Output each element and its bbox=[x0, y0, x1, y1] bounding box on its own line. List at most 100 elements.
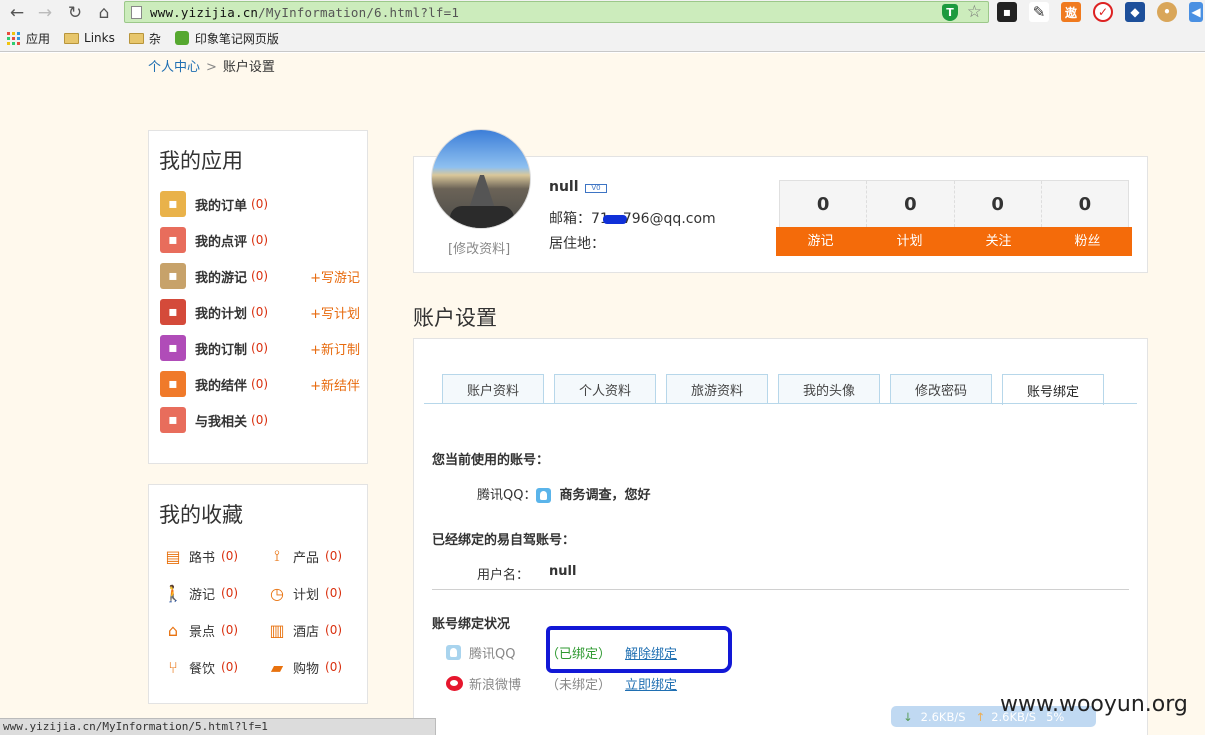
edit-profile-link[interactable]: [修改资料] bbox=[448, 238, 510, 257]
user-residence: 居住地： bbox=[549, 236, 605, 252]
app-item[interactable]: ▪ 我的结伴 (0) +新结伴 bbox=[160, 371, 360, 397]
user-email: 邮箱：71 796@qq.com bbox=[549, 211, 716, 227]
review-icon: ▪ bbox=[160, 227, 186, 253]
bookmark-evernote[interactable]: 印象笔记网页版 bbox=[174, 30, 279, 47]
extension-icon-1[interactable]: ▪ bbox=[997, 2, 1017, 22]
bind-now-link[interactable]: 立即绑定 bbox=[625, 674, 677, 693]
favorite-label: 游记 bbox=[189, 587, 216, 603]
app-item[interactable]: ▪ 我的点评 (0) bbox=[160, 227, 360, 253]
shopping-bag-icon: ▰ bbox=[270, 657, 284, 677]
bookmark-label: 杂 bbox=[148, 31, 161, 46]
favorite-label: 餐饮 bbox=[189, 661, 216, 677]
apps-grid-icon bbox=[7, 31, 20, 45]
custom-icon: ▪ bbox=[160, 335, 186, 361]
favorite-count: (0) bbox=[221, 586, 239, 600]
favorite-item[interactable]: ◷ 计划 (0) bbox=[266, 581, 342, 605]
favorite-item[interactable]: ▤ 路书 (0) bbox=[162, 544, 238, 568]
evernote-clip-icon[interactable]: ✎ bbox=[1029, 2, 1049, 22]
stat-value[interactable]: 0 bbox=[955, 181, 1042, 227]
bookmark-label: 印象笔记网页版 bbox=[194, 31, 279, 46]
extension-icon-4[interactable]: ✓ bbox=[1093, 2, 1113, 22]
back-arrow-icon[interactable]: ← bbox=[4, 1, 30, 25]
app-count: (0) bbox=[251, 341, 269, 355]
favorite-count: (0) bbox=[325, 549, 343, 563]
app-item[interactable]: ▪ 我的游记 (0) +写游记 bbox=[160, 263, 360, 289]
extension-icon-5[interactable]: ◆ bbox=[1125, 2, 1145, 22]
avatar[interactable] bbox=[431, 129, 531, 229]
favorite-item[interactable]: ⌂ 景点 (0) bbox=[162, 618, 238, 642]
app-count: (0) bbox=[251, 377, 269, 391]
favorite-item[interactable]: 🚶 游记 (0) bbox=[162, 581, 238, 605]
tab-1[interactable]: 账户资料 bbox=[442, 374, 544, 404]
user-name: null bbox=[549, 179, 579, 195]
app-label: 我的计划 bbox=[195, 306, 248, 322]
extension-icon-7[interactable]: ◀ bbox=[1189, 2, 1203, 22]
dining-icon: ⑂ bbox=[168, 657, 178, 677]
app-item[interactable]: ▪ 我的订单 (0) bbox=[160, 191, 360, 217]
app-item[interactable]: ▪ 与我相关 (0) bbox=[160, 407, 360, 433]
app-action-link[interactable]: +写计划 bbox=[310, 303, 360, 322]
tab-5[interactable]: 修改密码 bbox=[890, 374, 992, 404]
tab-3[interactable]: 旅游资料 bbox=[666, 374, 768, 404]
shield-icon[interactable]: T bbox=[942, 4, 958, 21]
settings-tabs: 账户资料 个人资料 旅游资料 我的头像 修改密码 账号绑定 bbox=[442, 374, 1114, 405]
bookmark-links[interactable]: Links bbox=[64, 31, 115, 45]
forward-arrow-icon[interactable]: → bbox=[32, 1, 58, 25]
home-icon[interactable]: ⌂ bbox=[91, 1, 117, 25]
favorite-label: 酒店 bbox=[293, 624, 320, 640]
tab-2[interactable]: 个人资料 bbox=[554, 374, 656, 404]
app-count: (0) bbox=[251, 305, 269, 319]
vip-badge: V0 bbox=[585, 184, 607, 193]
breadcrumb-home-link[interactable]: 个人中心 bbox=[148, 60, 200, 75]
bookmark-misc[interactable]: 杂 bbox=[128, 30, 161, 47]
app-label: 我的订单 bbox=[195, 198, 248, 214]
favorite-item[interactable]: ⟟ 产品 (0) bbox=[266, 544, 342, 568]
app-label: 我的订制 bbox=[195, 342, 248, 358]
tab-4[interactable]: 我的头像 bbox=[778, 374, 880, 404]
bookmarks-bar: 应用 Links 杂 印象笔记网页版 bbox=[0, 25, 1205, 52]
qq-icon bbox=[446, 644, 461, 660]
favorite-count: (0) bbox=[325, 586, 343, 600]
stat-label[interactable]: 关注 bbox=[954, 227, 1043, 256]
app-label: 我的点评 bbox=[195, 234, 248, 250]
app-action-link[interactable]: +写游记 bbox=[310, 267, 360, 286]
stat-value[interactable]: 0 bbox=[867, 181, 955, 227]
favorite-item[interactable]: ▥ 酒店 (0) bbox=[266, 618, 342, 642]
breadcrumb-separator: > bbox=[206, 60, 217, 75]
bookmark-apps[interactable]: 应用 bbox=[7, 30, 50, 47]
app-item[interactable]: ▪ 我的订制 (0) +新订制 bbox=[160, 335, 360, 361]
cookie-icon[interactable]: • bbox=[1157, 2, 1177, 22]
reload-icon[interactable]: ↻ bbox=[62, 1, 88, 25]
my-apps-title: 我的应用 bbox=[159, 149, 243, 173]
favorite-label: 购物 bbox=[293, 661, 320, 677]
app-count: (0) bbox=[251, 197, 269, 211]
my-favorites-panel: 我的收藏 ▤ 路书 (0) ⟟ 产品 (0) 🚶 游记 (0) ◷ 计划 (0) ⌂ 景点 (0) ▥ 酒店 (0… bbox=[148, 484, 368, 704]
stat-value[interactable]: 0 bbox=[780, 181, 868, 227]
favorite-item[interactable]: ⑂ 餐饮 (0) bbox=[162, 655, 238, 679]
stat-label[interactable]: 游记 bbox=[776, 227, 865, 256]
stat-label[interactable]: 计划 bbox=[865, 227, 954, 256]
extension-icon-3[interactable]: 遨 bbox=[1061, 2, 1081, 22]
stat-label[interactable]: 粉丝 bbox=[1043, 227, 1132, 256]
weibo-icon bbox=[446, 675, 463, 691]
current-qq-account: 腾讯QQ： 商务调查，您好 bbox=[477, 488, 651, 503]
landmark-icon: ⌂ bbox=[167, 620, 179, 640]
favorite-item[interactable]: ▰ 购物 (0) bbox=[266, 655, 342, 679]
app-item[interactable]: ▪ 我的计划 (0) +写计划 bbox=[160, 299, 360, 325]
stat-value[interactable]: 0 bbox=[1042, 181, 1128, 227]
username-value: null bbox=[549, 564, 577, 579]
group-icon: ▪ bbox=[160, 371, 186, 397]
breadcrumb: 个人中心 > 账户设置 bbox=[148, 56, 275, 75]
evernote-icon bbox=[174, 31, 189, 45]
url-text: www.yizijia.cn/MyInformation/6.html?lf=1 bbox=[150, 4, 460, 20]
bookmark-star-icon[interactable]: ☆ bbox=[967, 2, 982, 22]
status-bar: www.yizijia.cn/MyInformation/5.html?lf=1 bbox=[0, 718, 436, 735]
tab-6[interactable]: 账号绑定 bbox=[1002, 374, 1104, 405]
app-action-link[interactable]: +新订制 bbox=[310, 339, 360, 358]
download-arrow-icon: ↓ bbox=[903, 709, 913, 724]
app-count: (0) bbox=[251, 233, 269, 247]
app-label: 我的结伴 bbox=[195, 378, 248, 394]
tab-underline bbox=[424, 403, 1137, 404]
address-bar[interactable]: www.yizijia.cn/MyInformation/6.html?lf=1… bbox=[124, 1, 989, 23]
app-action-link[interactable]: +新结伴 bbox=[310, 375, 360, 394]
